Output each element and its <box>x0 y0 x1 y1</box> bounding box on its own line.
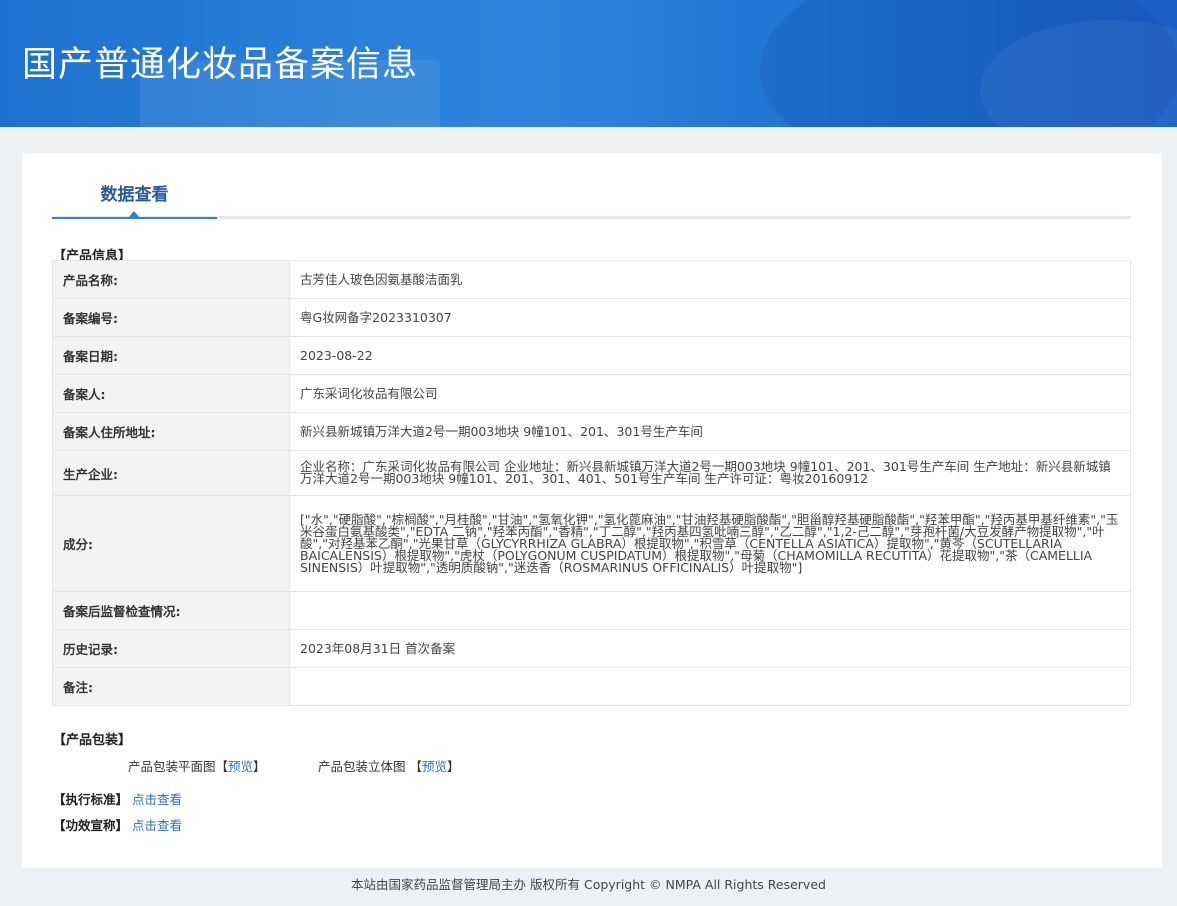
row-value <box>289 667 1131 706</box>
row-value: 新兴县新城镇万洋大道2号一期003地块 9幢101、201、301号生产车间 <box>289 412 1131 451</box>
row-key: 生产企业: <box>52 450 290 496</box>
row-key: 产品名称: <box>52 260 290 299</box>
row-value: 2023-08-22 <box>289 336 1131 375</box>
tab-bar: 数据查看 <box>52 153 1131 219</box>
row-key: 历史记录: <box>52 629 290 668</box>
table-row: 备案人: 广东采词化妆品有限公司 <box>52 374 1131 413</box>
header-banner: 国产普通化妆品备案信息 <box>0 0 1177 127</box>
packaging-heading: 【产品包装】 <box>53 733 132 748</box>
footer-copyright: 本站由国家药品监督管理局主办 版权所有 Copyright © NMPA All… <box>351 877 826 892</box>
content-card: 数据查看 【产品信息】 产品名称: 古芳佳人玻色因氨基酸洁面乳 备案编号: 粤G… <box>22 153 1162 868</box>
bracket: 】 <box>253 759 266 774</box>
table-row: 备注: <box>52 667 1131 706</box>
tab-data-view[interactable]: 数据查看 <box>52 153 217 219</box>
table-row: 历史记录: 2023年08月31日 首次备案 <box>52 629 1131 668</box>
row-value: 企业名称：广东采词化妆品有限公司 企业地址：新兴县新城镇万洋大道2号一期003地… <box>289 450 1131 496</box>
page-title: 国产普通化妆品备案信息 <box>22 45 419 85</box>
table-row: 备案日期: 2023-08-22 <box>52 336 1131 375</box>
table-row: 成分: ["水","硬脂酸","棕榈酸","月桂酸","甘油","氢氧化钾","… <box>52 495 1131 592</box>
row-value: 古芳佳人玻色因氨基酸洁面乳 <box>289 260 1131 299</box>
packaging-solid-item: 产品包装立体图 【预览】 <box>318 756 460 775</box>
bracket: 【 <box>215 759 229 774</box>
packaging-flat-label: 产品包装平面图 <box>128 759 216 774</box>
row-key: 备案日期: <box>52 336 290 375</box>
tab-label: 数据查看 <box>100 185 169 205</box>
tab-indicator-caret <box>128 211 140 218</box>
row-key: 备案后监督检查情况: <box>52 591 290 630</box>
packaging-flat-item: 产品包装平面图【预览】 <box>128 756 266 775</box>
row-key: 备案人: <box>52 374 290 413</box>
efficacy-row: 【功效宣称】 点击查看 <box>53 815 182 834</box>
table-row: 生产企业: 企业名称：广东采词化妆品有限公司 企业地址：新兴县新城镇万洋大道2号… <box>52 450 1131 496</box>
preview-flat-link[interactable]: 预览 <box>228 759 253 774</box>
product-info-table: 产品名称: 古芳佳人玻色因氨基酸洁面乳 备案编号: 粤G妆网备字20233103… <box>52 260 1131 706</box>
standard-label: 【执行标准】 <box>53 792 129 807</box>
row-value: 广东采词化妆品有限公司 <box>289 374 1131 413</box>
preview-solid-link[interactable]: 预览 <box>422 759 447 774</box>
efficacy-view-link[interactable]: 点击查看 <box>132 818 182 833</box>
standard-row: 【执行标准】 点击查看 <box>53 789 182 808</box>
row-value <box>289 591 1131 630</box>
bracket: 【 <box>409 759 423 774</box>
standard-view-link[interactable]: 点击查看 <box>132 792 182 807</box>
row-key: 成分: <box>52 495 290 592</box>
row-value: 粤G妆网备字2023310307 <box>289 298 1131 337</box>
table-row: 备案编号: 粤G妆网备字2023310307 <box>52 298 1131 337</box>
bracket: 】 <box>447 759 460 774</box>
row-value: ["水","硬脂酸","棕榈酸","月桂酸","甘油","氢氧化钾","氢化蓖麻… <box>289 495 1131 592</box>
efficacy-label: 【功效宣称】 <box>53 818 129 833</box>
row-key: 备注: <box>52 667 290 706</box>
row-key: 备案人住所地址: <box>52 412 290 451</box>
table-row: 产品名称: 古芳佳人玻色因氨基酸洁面乳 <box>52 260 1131 299</box>
row-key: 备案编号: <box>52 298 290 337</box>
table-row: 备案后监督检查情况: <box>52 591 1131 630</box>
row-value: 2023年08月31日 首次备案 <box>289 629 1131 668</box>
packaging-solid-label: 产品包装立体图 <box>318 759 406 774</box>
table-row: 备案人住所地址: 新兴县新城镇万洋大道2号一期003地块 9幢101、201、3… <box>52 412 1131 451</box>
